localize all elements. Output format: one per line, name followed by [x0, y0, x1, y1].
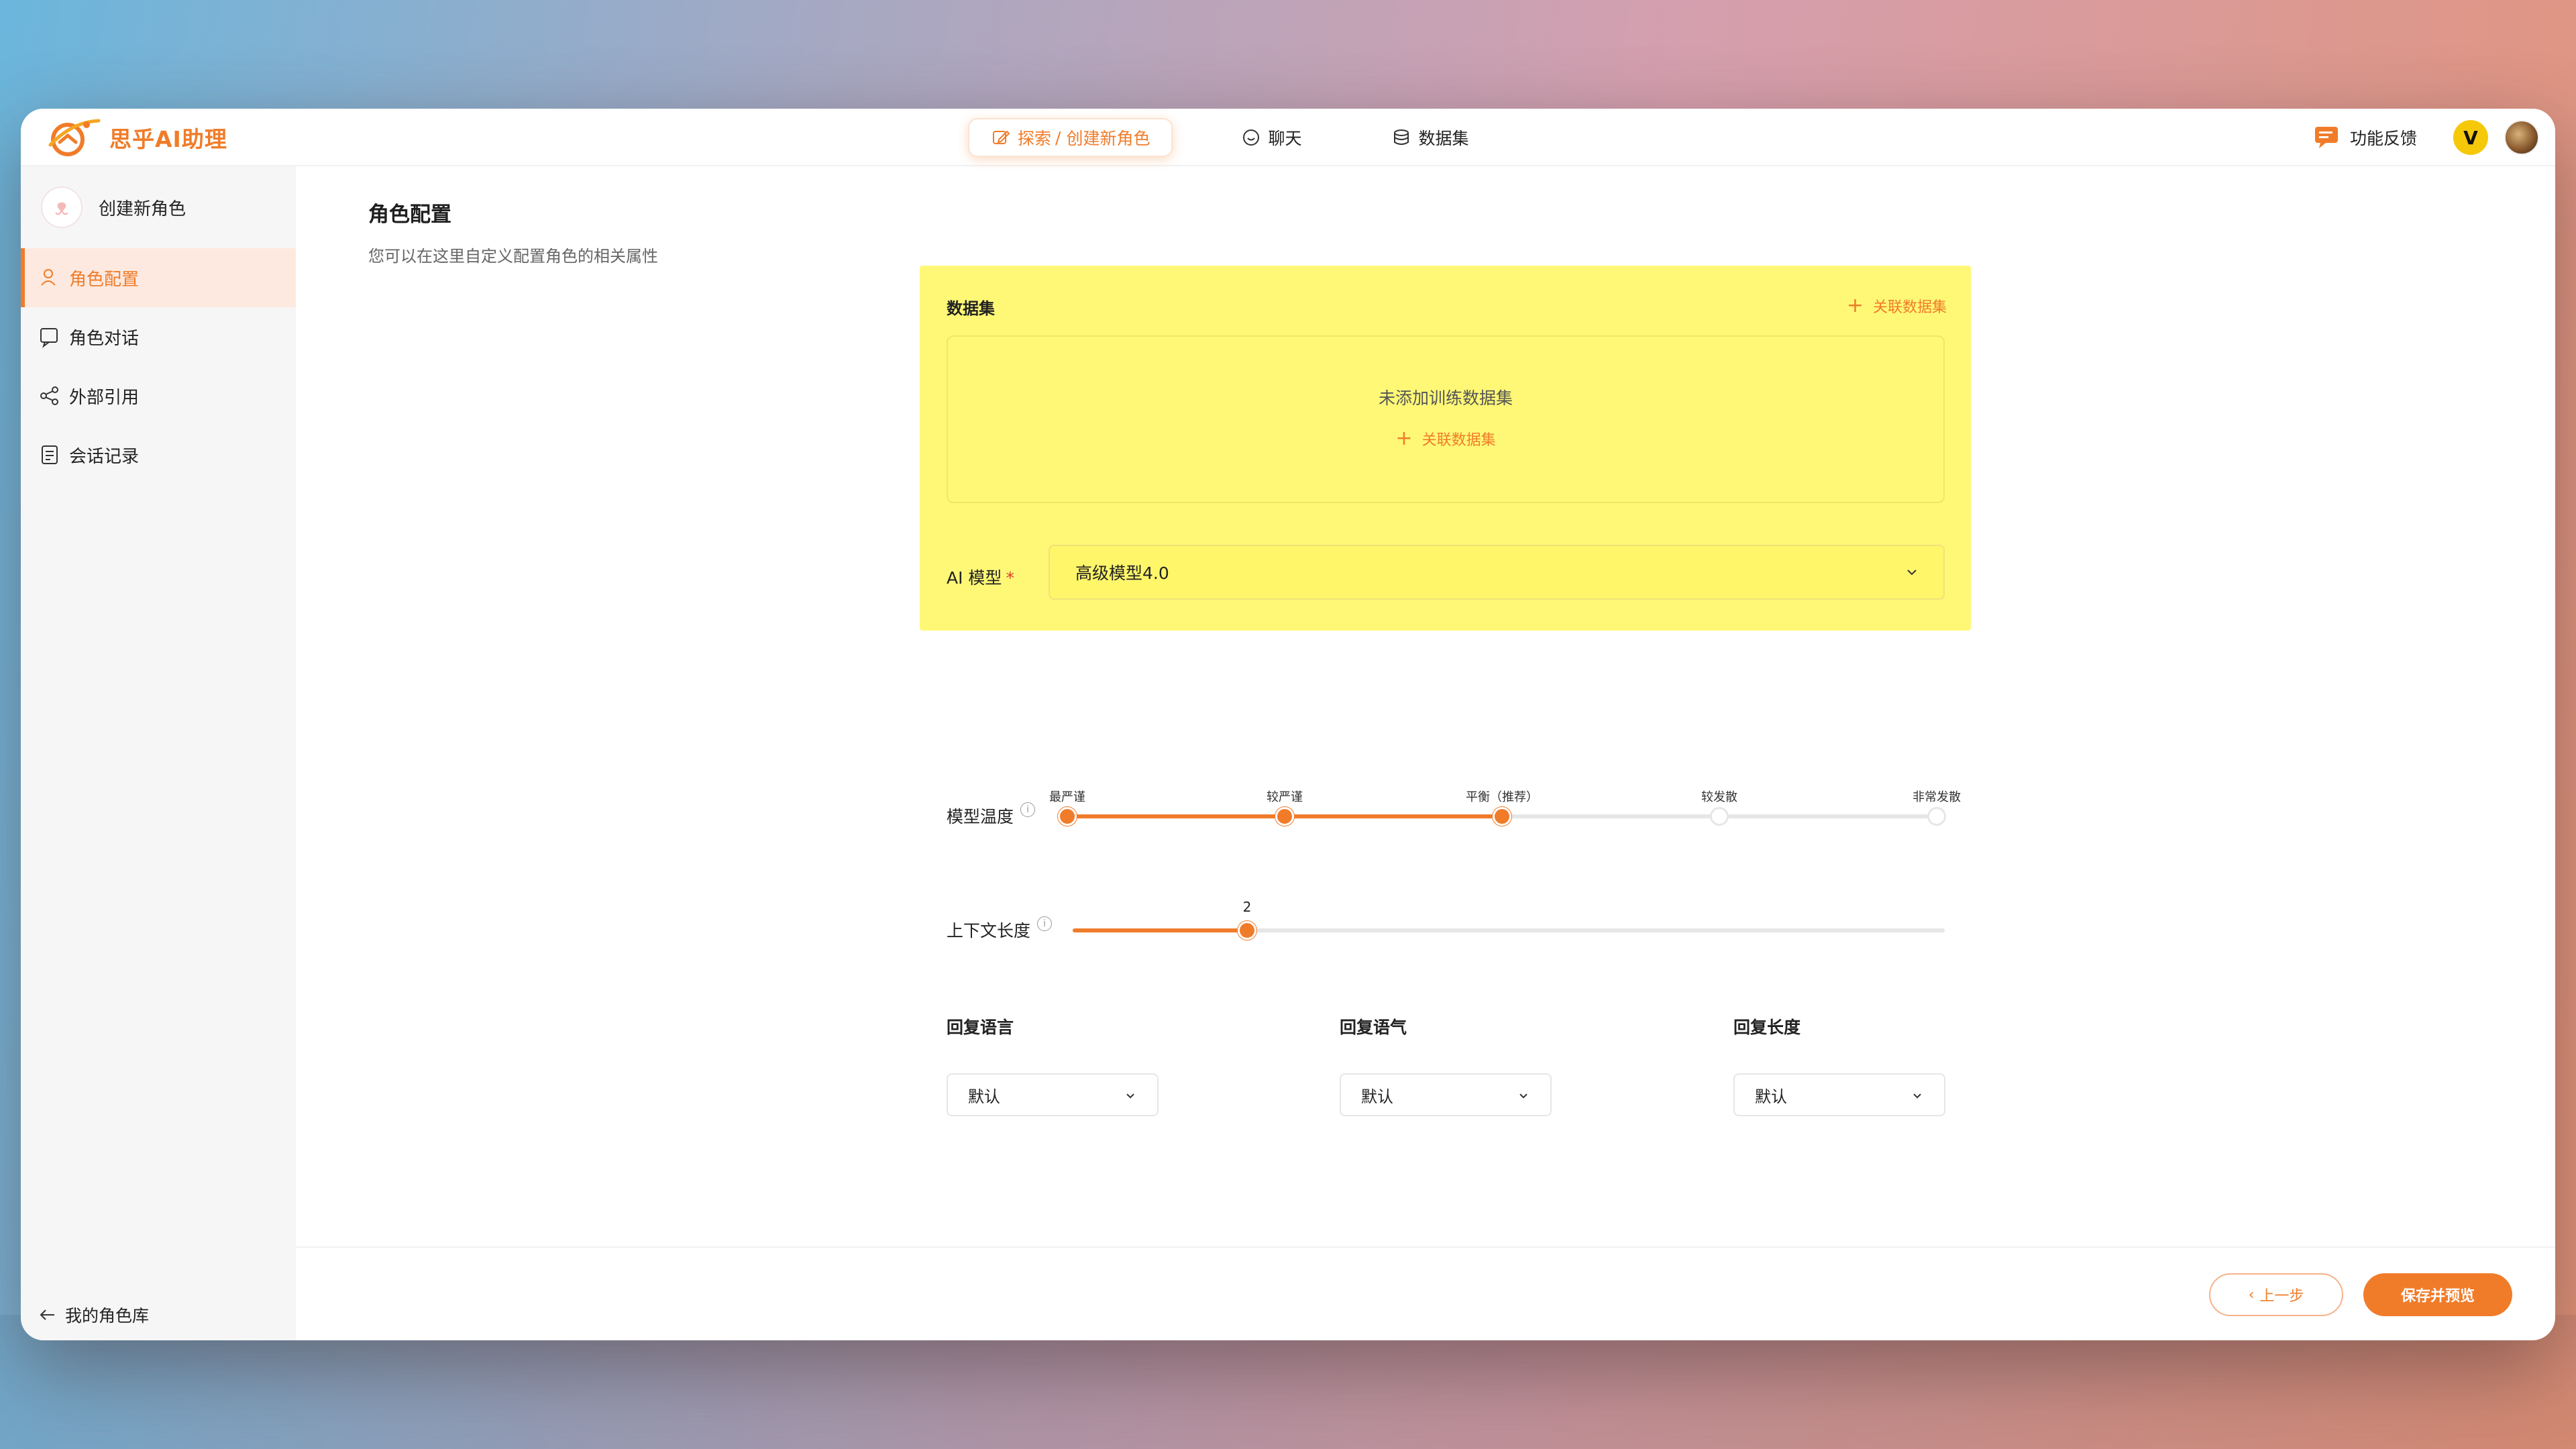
temperature-tick-label: 最严谨 — [1049, 790, 1085, 804]
dataset-empty-box: 未添加训练数据集 + 关联数据集 — [947, 335, 1945, 503]
database-icon — [1394, 129, 1409, 145]
app-window: 思乎AI助理 探索 / 创建新角色 聊天 数据集 功能反馈 V ᴥ 创建新角色 … — [21, 109, 2555, 1340]
feedback-icon — [2314, 127, 2338, 148]
info-icon: i — [1037, 916, 1053, 931]
tab-chat[interactable]: 聊天 — [1220, 118, 1323, 157]
highlighted-config-panel: 数据集 + 关联数据集 未添加训练数据集 + 关联数据集 AI 模型 * 高级模型… — [920, 266, 1971, 631]
context-length-label: 上下文长度 i — [947, 916, 1053, 942]
plus-icon: + — [1395, 427, 1413, 450]
feedback-button[interactable]: 功能反馈 — [2312, 123, 2417, 152]
context-length-value: 2 — [1242, 899, 1252, 915]
link-dataset-label: 关联数据集 — [1872, 299, 1947, 316]
vip-badge[interactable]: V — [2453, 120, 2488, 155]
reply-length-label: 回复长度 — [1733, 1018, 1801, 1037]
dataset-label: 数据集 — [947, 299, 995, 318]
reply-tone-select[interactable]: 默认 — [1340, 1073, 1552, 1116]
chat-bubble-icon — [40, 328, 58, 348]
role-avatar: ᴥ — [41, 186, 83, 228]
chevron-down-icon — [1519, 1093, 1527, 1099]
chevron-down-icon — [1126, 1093, 1134, 1099]
link-dataset-inline-label: 关联数据集 — [1421, 432, 1496, 449]
sidebar-item-label: 角色对话 — [69, 328, 140, 349]
page-title: 角色配置 — [368, 203, 451, 227]
temperature-tick-label: 平衡（推荐） — [1466, 790, 1538, 804]
ai-model-select[interactable]: 高级模型4.0 — [1049, 545, 1945, 600]
temperature-step-dot[interactable] — [1493, 807, 1511, 826]
prev-step-button[interactable]: ‹ 上一步 — [2209, 1273, 2343, 1316]
temperature-step-dot[interactable] — [1710, 807, 1729, 826]
context-length-fill — [1073, 928, 1247, 932]
context-length-handle[interactable] — [1238, 921, 1256, 940]
feedback-label: 功能反馈 — [2349, 129, 2417, 148]
required-marker: * — [1006, 568, 1014, 588]
page-subtitle: 您可以在这里自定义配置角色的相关属性 — [368, 247, 658, 266]
document-icon — [42, 445, 58, 464]
main-content: 角色配置 您可以在这里自定义配置角色的相关属性 数据集 + 关联数据集 未添加训… — [296, 166, 2555, 1340]
tab-explore-label: 探索 — [1018, 129, 1052, 148]
temperature-tick-label: 较严谨 — [1267, 790, 1303, 804]
back-to-library-link[interactable]: 我的角色库 — [37, 1303, 149, 1327]
logo[interactable]: 思乎AI助理 — [45, 115, 227, 160]
ai-model-value: 高级模型4.0 — [1075, 564, 1169, 583]
main-nav: 探索 / 创建新角色 聊天 数据集 — [968, 118, 1491, 157]
sidebar-item-label: 角色配置 — [69, 269, 140, 290]
sidebar-item-label: 外部引用 — [69, 387, 140, 408]
chevron-down-icon — [1907, 570, 1917, 576]
context-length-track[interactable] — [1073, 928, 1945, 932]
sidebar-item-session-log[interactable]: 会话记录 — [21, 425, 296, 484]
temperature-label: 模型温度 i — [947, 802, 1036, 828]
tab-chat-label: 聊天 — [1268, 129, 1302, 148]
chat-icon — [1243, 129, 1260, 146]
dataset-empty-text: 未添加训练数据集 — [1378, 388, 1513, 408]
sidebar-header: ᴥ 创建新角色 — [21, 166, 296, 248]
reply-length-select[interactable]: 默认 — [1733, 1073, 1945, 1116]
plus-icon: + — [1846, 294, 1864, 317]
share-icon — [40, 386, 58, 405]
footer-bar: ‹ 上一步 保存并预览 — [296, 1246, 2555, 1340]
temperature-tick-label: 较发散 — [1701, 790, 1737, 804]
sidebar-item-role-config[interactable]: 角色配置 — [21, 248, 296, 307]
breadcrumb-current: 创建新角色 — [1066, 129, 1150, 148]
sidebar: ᴥ 创建新角色 角色配置 角色对话 外部引用 会话记录 我的角色库 — [21, 166, 296, 1340]
sidebar-item-external-ref[interactable]: 外部引用 — [21, 366, 296, 425]
breadcrumb-separator: / — [1055, 127, 1061, 148]
link-dataset-button[interactable]: + 关联数据集 — [1847, 295, 1947, 317]
arrow-left-icon — [40, 1309, 54, 1320]
edit-icon — [993, 130, 1010, 144]
temperature-tick-label: 非常发散 — [1913, 790, 1961, 804]
temperature-step-dot[interactable] — [1927, 807, 1946, 826]
app-name: 思乎AI助理 — [109, 126, 227, 152]
link-dataset-inline-button[interactable]: + 关联数据集 — [948, 428, 1943, 449]
sidebar-item-label: 会话记录 — [69, 446, 140, 467]
tab-dataset-label: 数据集 — [1418, 129, 1469, 148]
user-avatar[interactable] — [2504, 120, 2539, 155]
top-bar: 思乎AI助理 探索 / 创建新角色 聊天 数据集 功能反馈 V — [21, 109, 2555, 166]
save-preview-button[interactable]: 保存并预览 — [2363, 1273, 2512, 1316]
temperature-step-dot[interactable] — [1058, 807, 1077, 826]
tab-dataset[interactable]: 数据集 — [1370, 118, 1490, 157]
ai-model-label: AI 模型 * — [947, 568, 1014, 588]
user-icon — [41, 269, 56, 286]
tab-explore[interactable]: 探索 / 创建新角色 — [968, 118, 1173, 157]
temperature-step-dot[interactable] — [1275, 807, 1294, 826]
sidebar-item-role-chat[interactable]: 角色对话 — [21, 307, 296, 366]
chevron-down-icon — [1913, 1093, 1921, 1099]
info-icon: i — [1020, 802, 1036, 817]
chevron-left-icon: ‹ — [2248, 1286, 2255, 1303]
sidebar-title: 创建新角色 — [99, 199, 186, 219]
back-label: 我的角色库 — [65, 1306, 150, 1326]
logo-icon — [48, 119, 101, 156]
reply-language-select[interactable]: 默认 — [947, 1073, 1159, 1116]
reply-tone-label: 回复语气 — [1340, 1018, 1407, 1037]
top-right-actions: 功能反馈 V — [2312, 118, 2539, 157]
reply-language-label: 回复语言 — [947, 1018, 1014, 1037]
